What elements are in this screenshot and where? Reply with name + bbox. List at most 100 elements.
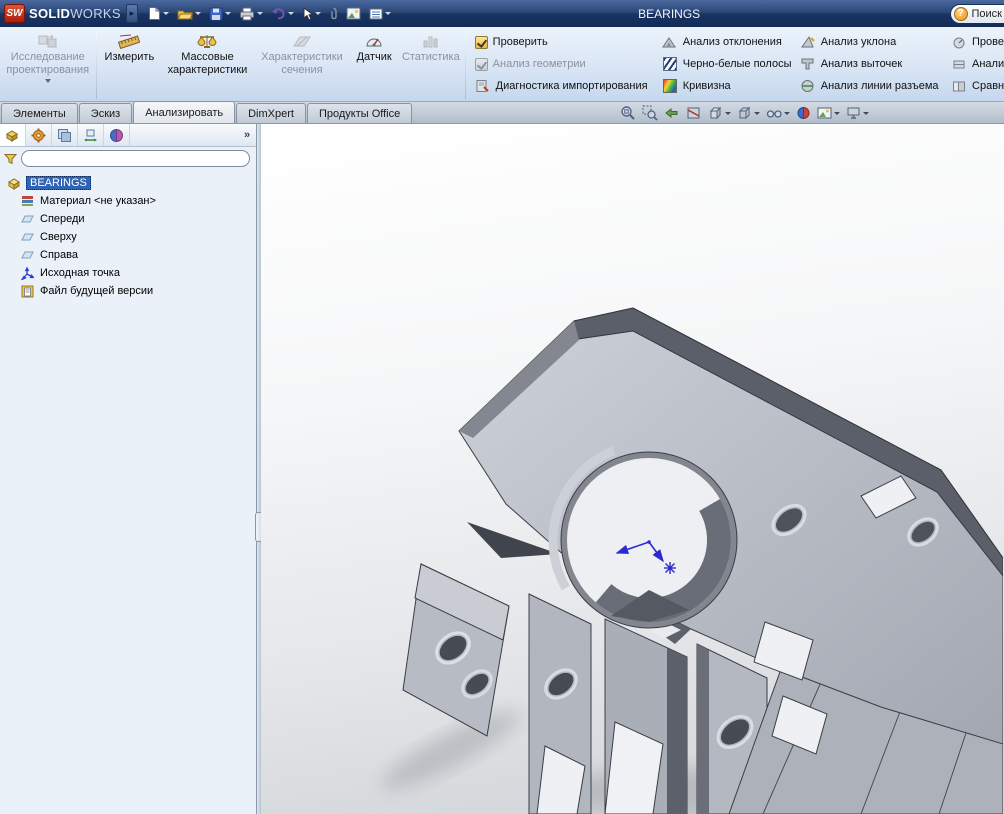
design-study-button[interactable]: Исследование проектирования [2, 28, 94, 101]
command-tab-bar: Элементы Эскиз Анализировать DimXpert Пр… [0, 102, 1004, 124]
open-button[interactable] [175, 6, 203, 21]
parting-line-analysis-button[interactable]: Анализ линии разъема [800, 77, 942, 95]
tree-item-front-plane[interactable]: Спереди [0, 210, 256, 228]
view-list-button[interactable] [367, 7, 393, 21]
ribbon-evaluate: Исследование проектирования Измерить Мас… [0, 27, 1004, 102]
parting-line-analysis-icon [800, 78, 816, 94]
dimxpert-manager-tab[interactable] [78, 124, 104, 146]
statistics-icon [422, 32, 440, 50]
tab-strip-spacer [130, 124, 238, 146]
section-properties-button[interactable]: Характеристики сечения [255, 28, 350, 101]
tree-item-origin[interactable]: Исходная точка [0, 264, 256, 282]
draft-analysis-icon [800, 34, 816, 50]
sensor-icon [365, 32, 383, 50]
curvature-icon [662, 78, 678, 94]
filter-box[interactable] [21, 150, 250, 167]
tree-item-right-plane[interactable]: Справа [0, 246, 256, 264]
measure-button[interactable]: Измерить [99, 28, 161, 101]
section-view-icon[interactable] [684, 104, 704, 122]
thickness-analysis-button[interactable]: Анали [951, 55, 1002, 73]
separator [465, 30, 466, 99]
view-orientation-icon[interactable] [706, 104, 733, 122]
select-button[interactable] [300, 6, 323, 22]
panel-chevron-icon[interactable] [238, 124, 256, 146]
geometry-analysis-button[interactable]: Анализ геометрии [475, 55, 653, 73]
undercut-analysis-button[interactable]: Анализ выточек [800, 55, 942, 73]
tree-root-part[interactable]: BEARINGS [0, 174, 256, 192]
save-button[interactable] [207, 6, 233, 22]
check-checkbox-icon [475, 36, 488, 49]
statistics-button[interactable]: Статистика [399, 28, 463, 101]
section-properties-icon [291, 32, 313, 50]
feature-manager-tab[interactable] [0, 124, 26, 146]
graphics-area[interactable] [261, 124, 1004, 814]
zoom-fit-icon[interactable] [618, 104, 638, 122]
clipped-group: Прове Анали Сравн [944, 28, 1004, 101]
manager-tab-strip [0, 124, 256, 147]
print-button[interactable] [237, 6, 265, 22]
tab-evaluate[interactable]: Анализировать [133, 101, 235, 123]
plane-icon [20, 213, 35, 225]
brand-name: SOLIDWORKS [29, 6, 121, 21]
geometry-analysis-checkbox-icon [475, 58, 488, 71]
standard-toolbar [146, 5, 393, 22]
check-entity-button[interactable]: Прове [951, 33, 1002, 51]
property-manager-tab[interactable] [26, 124, 52, 146]
zebra-stripes-button[interactable]: Черно-белые полосы [662, 55, 791, 73]
tab-features[interactable]: Элементы [1, 103, 78, 123]
mass-properties-icon [197, 32, 217, 50]
zebra-stripes-icon [662, 56, 678, 72]
menu-expand-arrow-icon[interactable] [126, 4, 138, 23]
display-manager-tab[interactable] [104, 124, 130, 146]
check-button[interactable]: Проверить [475, 33, 653, 51]
import-diagnostics-button[interactable]: Диагностика импортирования [475, 77, 653, 95]
feature-tree: BEARINGS Материал <не указан> Спереди Св… [0, 169, 256, 814]
thickness-analysis-icon [951, 56, 967, 72]
title-bar: SW SOLIDWORKS BEARINGS [0, 0, 1004, 27]
zoom-area-icon[interactable] [640, 104, 660, 122]
compare-documents-icon [951, 78, 967, 94]
help-icon[interactable] [954, 7, 968, 21]
filter-funnel-icon [3, 153, 18, 165]
main-area: BEARINGS Материал <не указан> Спереди Св… [0, 124, 1004, 814]
heads-up-view-toolbar [618, 104, 871, 122]
curvature-button[interactable]: Кривизна [662, 77, 791, 95]
deviation-analysis-button[interactable]: Анализ отклонения [662, 33, 791, 51]
previous-view-icon[interactable] [662, 104, 682, 122]
filter-input[interactable] [30, 152, 241, 166]
future-version-icon [20, 285, 35, 298]
sensor-button[interactable]: Датчик [349, 28, 399, 101]
filter-row [0, 147, 256, 169]
check-entity-icon [951, 34, 967, 50]
dropdown-caret-icon [45, 79, 51, 83]
origin-icon [20, 267, 35, 280]
tree-item-top-plane[interactable]: Сверху [0, 228, 256, 246]
design-study-icon [37, 32, 59, 50]
tab-sketch[interactable]: Эскиз [79, 103, 132, 123]
image-properties-button[interactable] [344, 6, 363, 21]
mass-properties-button[interactable]: Массовые характеристики [160, 28, 255, 101]
import-diagnostics-icon [475, 78, 491, 94]
configuration-manager-tab[interactable] [52, 124, 78, 146]
tree-item-future-version[interactable]: Файл будущей версии [0, 282, 256, 300]
attach-button[interactable] [327, 6, 340, 22]
check-group: Проверить Анализ геометрии Диагностика и… [468, 28, 655, 101]
search-box[interactable]: Поиск [950, 4, 1004, 24]
hide-show-items-icon[interactable] [764, 104, 792, 122]
material-icon [20, 195, 35, 207]
tab-dimxpert[interactable]: DimXpert [236, 103, 306, 123]
compare-documents-button[interactable]: Сравн [951, 77, 1002, 95]
tab-office-products[interactable]: Продукты Office [307, 103, 412, 123]
draft-analysis-button[interactable]: Анализ уклона [800, 33, 942, 51]
view-settings-icon[interactable] [844, 104, 871, 122]
feature-manager-panel: BEARINGS Материал <не указан> Спереди Св… [0, 124, 257, 814]
plane-icon [20, 231, 35, 243]
edit-appearance-icon[interactable] [794, 104, 813, 122]
document-title: BEARINGS [393, 7, 946, 21]
plane-icon [20, 249, 35, 261]
apply-scene-icon[interactable] [815, 104, 842, 122]
undo-button[interactable] [269, 6, 296, 21]
new-document-button[interactable] [146, 5, 171, 22]
display-style-icon[interactable] [735, 104, 762, 122]
tree-item-material[interactable]: Материал <не указан> [0, 192, 256, 210]
